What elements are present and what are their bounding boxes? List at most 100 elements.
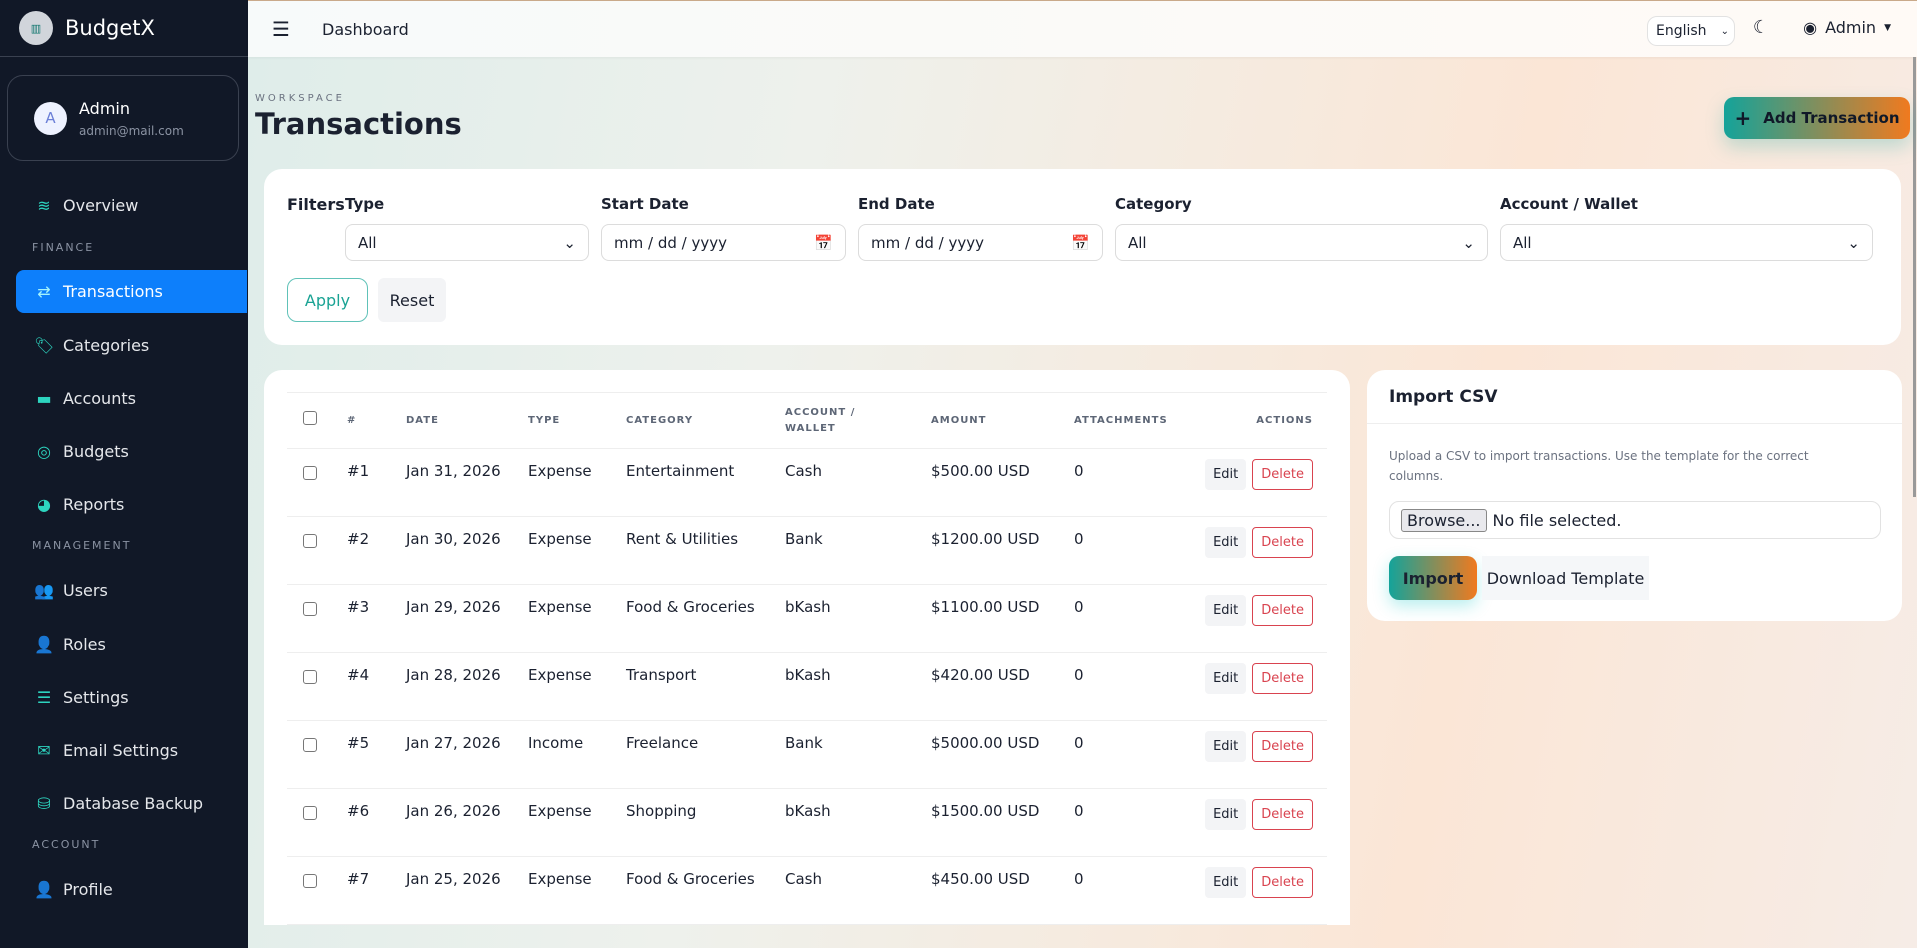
language-value: English: [1656, 23, 1707, 39]
edit-button[interactable]: Edit: [1205, 459, 1247, 490]
table-row: #7 Jan 25, 2026 Expense Food & Groceries Cas…: [287, 856, 1327, 925]
col-date: DATE: [406, 392, 528, 449]
calendar-icon[interactable]: 📅: [814, 234, 833, 252]
target-icon: ◎: [37, 441, 51, 461]
table-row: #3 Jan 29, 2026 Expense Food & Groceries bKa…: [287, 584, 1327, 653]
delete-button[interactable]: Delete: [1252, 867, 1313, 898]
delete-button[interactable]: Delete: [1252, 595, 1313, 626]
row-account: Cash: [785, 448, 931, 517]
topbar-title[interactable]: Dashboard: [322, 20, 409, 39]
row-attachments: 0: [1074, 516, 1184, 585]
add-transaction-button[interactable]: + Add Transaction: [1724, 97, 1910, 139]
row-checkbox[interactable]: [303, 670, 317, 684]
edit-button[interactable]: Edit: [1205, 527, 1247, 558]
arrows-exchange-icon: ⇄: [37, 282, 51, 301]
sidebar-item-accounts[interactable]: ▬ Accounts: [16, 377, 247, 419]
sidebar-item-overview[interactable]: ≋ Overview: [16, 184, 247, 226]
row-checkbox[interactable]: [303, 534, 317, 548]
hamburger-menu-icon[interactable]: ☰: [272, 17, 292, 41]
import-button[interactable]: Import: [1389, 556, 1477, 600]
sidebar-item-database-backup[interactable]: ⛁ Database Backup: [16, 782, 247, 824]
user-circle-icon: ◉: [1803, 18, 1818, 37]
row-date: Jan 31, 2026: [406, 448, 528, 517]
filters-card: Filters Type All ⌄ Start Date mm / dd / y…: [264, 169, 1901, 345]
language-select[interactable]: English ⌄: [1647, 16, 1735, 46]
sidebar-item-settings[interactable]: ☰ Settings: [16, 676, 247, 718]
brand[interactable]: ▥ BudgetX: [0, 0, 248, 57]
start-date-input[interactable]: mm / dd / yyyy 📅: [601, 224, 846, 261]
col-type: TYPE: [528, 392, 626, 449]
file-input[interactable]: Browse... No file selected.: [1389, 501, 1881, 539]
col-account: ACCOUNT / WALLET: [785, 392, 931, 449]
wallet-icon: ▬: [36, 388, 52, 408]
chevron-down-icon: ⌄: [563, 233, 576, 252]
delete-button[interactable]: Delete: [1252, 799, 1313, 830]
delete-button[interactable]: Delete: [1252, 527, 1313, 558]
row-id: #6: [347, 788, 406, 857]
user-gear-icon: 👤: [34, 634, 54, 654]
scrollbar[interactable]: [1913, 57, 1916, 497]
category-select[interactable]: All ⌄: [1115, 224, 1488, 261]
sidebar-item-profile[interactable]: 👤 Profile: [16, 868, 247, 910]
user-name: Admin: [1825, 18, 1877, 37]
start-date-label: Start Date: [601, 195, 689, 213]
sidebar-item-budgets[interactable]: ◎ Budgets: [16, 430, 247, 472]
row-checkbox[interactable]: [303, 738, 317, 752]
row-checkbox[interactable]: [303, 602, 317, 616]
row-checkbox[interactable]: [303, 806, 317, 820]
edit-button[interactable]: Edit: [1205, 799, 1247, 830]
select-all-checkbox[interactable]: [303, 410, 317, 425]
edit-button[interactable]: Edit: [1205, 595, 1247, 626]
row-id: #4: [347, 652, 406, 721]
col-category: CATEGORY: [626, 392, 785, 449]
add-transaction-label: Add Transaction: [1763, 109, 1900, 127]
row-amount: $420.00 USD: [931, 652, 1074, 721]
user-menu[interactable]: ◉ Admin ▼: [1803, 18, 1891, 37]
section-management: MANAGEMENT: [32, 539, 132, 552]
edit-button[interactable]: Edit: [1205, 731, 1247, 762]
calendar-icon[interactable]: 📅: [1071, 234, 1090, 252]
download-template-button[interactable]: Download Template: [1482, 556, 1649, 600]
row-category: Shopping: [626, 788, 785, 857]
browse-button[interactable]: Browse...: [1401, 508, 1487, 532]
edit-button[interactable]: Edit: [1205, 867, 1247, 898]
brand-logo: ▥: [19, 11, 53, 45]
profile-card[interactable]: A Admin admin@mail.com: [7, 75, 239, 161]
database-icon: ⛁: [37, 793, 51, 813]
sidebar-item-users[interactable]: 👥 Users: [16, 569, 247, 611]
sidebar-item-reports[interactable]: ◕ Reports: [16, 483, 247, 525]
sidebar-item-label: Settings: [63, 687, 129, 707]
sidebar-item-roles[interactable]: 👤 Roles: [16, 623, 247, 665]
row-account: Cash: [785, 856, 931, 925]
row-category: Rent & Utilities: [626, 516, 785, 585]
delete-button[interactable]: Delete: [1252, 459, 1313, 490]
delete-button[interactable]: Delete: [1252, 663, 1313, 694]
table-row: #4 Jan 28, 2026 Expense Transport bKash $420.…: [287, 652, 1327, 721]
delete-button[interactable]: Delete: [1252, 731, 1313, 762]
table-row: #2 Jan 30, 2026 Expense Rent & Utilities Ban…: [287, 516, 1327, 585]
row-checkbox[interactable]: [303, 874, 317, 888]
edit-button[interactable]: Edit: [1205, 663, 1247, 694]
row-date: Jan 26, 2026: [406, 788, 528, 857]
sidebar-item-label: Database Backup: [63, 793, 204, 813]
col-amount: AMOUNT: [931, 392, 1074, 449]
row-amount: $5000.00 USD: [931, 720, 1074, 789]
type-select[interactable]: All ⌄: [345, 224, 589, 261]
sidebar-item-email-settings[interactable]: ✉ Email Settings: [16, 729, 247, 771]
row-date: Jan 29, 2026: [406, 584, 528, 653]
dark-mode-toggle-icon[interactable]: ☾: [1753, 17, 1769, 38]
end-date-input[interactable]: mm / dd / yyyy 📅: [858, 224, 1103, 261]
sidebar-item-transactions[interactable]: ⇄ Transactions: [16, 270, 247, 313]
section-finance: FINANCE: [32, 241, 95, 254]
start-date-placeholder: mm / dd / yyyy: [614, 233, 727, 252]
row-attachments: 0: [1074, 652, 1184, 721]
filters-heading: Filters: [287, 195, 345, 214]
row-id: #3: [347, 584, 406, 653]
row-type: Expense: [528, 856, 626, 925]
reset-button[interactable]: Reset: [378, 278, 446, 322]
sidebar-item-categories[interactable]: 🏷 Categories: [16, 324, 247, 366]
row-checkbox[interactable]: [303, 466, 317, 480]
apply-button[interactable]: Apply: [287, 278, 368, 322]
account-select[interactable]: All ⌄: [1500, 224, 1873, 261]
workspace-label: WORKSPACE: [255, 93, 345, 104]
